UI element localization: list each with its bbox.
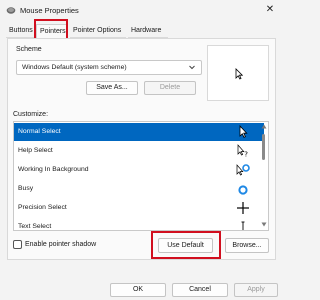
tab-pointer-options[interactable]: Pointer Options [70,24,126,38]
list-item-normal-select[interactable]: Normal Select [14,123,264,141]
list-item-label: Text Select [18,223,52,230]
arrow-cursor-icon [235,68,243,80]
list-scrollbar[interactable] [260,122,268,230]
use-default-button[interactable]: Use Default [158,238,213,253]
save-as-button[interactable]: Save As... [86,81,138,95]
scroll-down-icon[interactable] [261,222,267,227]
list-item-label: Precision Select [18,204,67,211]
list-item-label: Help Select [18,147,53,154]
list-item-help-select[interactable]: Help Select ? [14,142,264,160]
list-item-busy[interactable]: Busy [14,180,264,198]
list-item-label: Working In Background [18,166,89,173]
tab-hardware[interactable]: Hardware [128,24,168,38]
list-item-label: Busy [18,185,34,192]
browse-button[interactable]: Browse... [225,238,269,253]
cursor-preview [207,45,269,101]
pointer-shadow-checkbox[interactable] [13,240,22,249]
scheme-value: Windows Default (system scheme) [22,64,127,71]
window-title: Mouse Properties [20,6,79,15]
customize-label: Customize: [13,111,49,118]
scheme-dropdown[interactable]: Windows Default (system scheme) [16,60,202,75]
svg-text:?: ? [244,151,248,159]
list-item-precision-select[interactable]: Precision Select [14,199,264,217]
tab-buttons[interactable]: Buttons [6,24,34,38]
busy-ring-icon [238,185,248,195]
mouse-icon [6,7,16,14]
delete-button[interactable]: Delete [144,81,196,95]
list-item-working-in-background[interactable]: Working In Background [14,161,264,179]
scheme-label: Scheme [16,46,42,53]
ibeam-icon [241,221,245,230]
apply-button[interactable]: Apply [234,283,278,297]
help-cursor-icon: ? [237,144,248,159]
arrow-cursor-icon [239,125,248,138]
tab-pointers[interactable]: Pointers [36,24,68,38]
scroll-thumb[interactable] [262,134,265,160]
cancel-button[interactable]: Cancel [172,283,228,297]
ok-button[interactable]: OK [110,283,166,297]
list-item-label: Normal Select [18,128,61,135]
cursor-list: Normal Select Help Select ? Working In B… [13,121,269,231]
list-item-text-select[interactable]: Text Select [14,218,264,230]
scroll-up-icon[interactable] [261,124,267,129]
close-icon: ✕ [265,4,275,15]
chevron-down-icon [189,65,195,70]
close-button[interactable]: ✕ [262,3,278,17]
working-cursor-icon [236,164,250,176]
title-bar: Mouse Properties ✕ [0,0,283,20]
pointer-shadow-label: Enable pointer shadow [25,241,97,248]
crosshair-icon [237,202,249,214]
